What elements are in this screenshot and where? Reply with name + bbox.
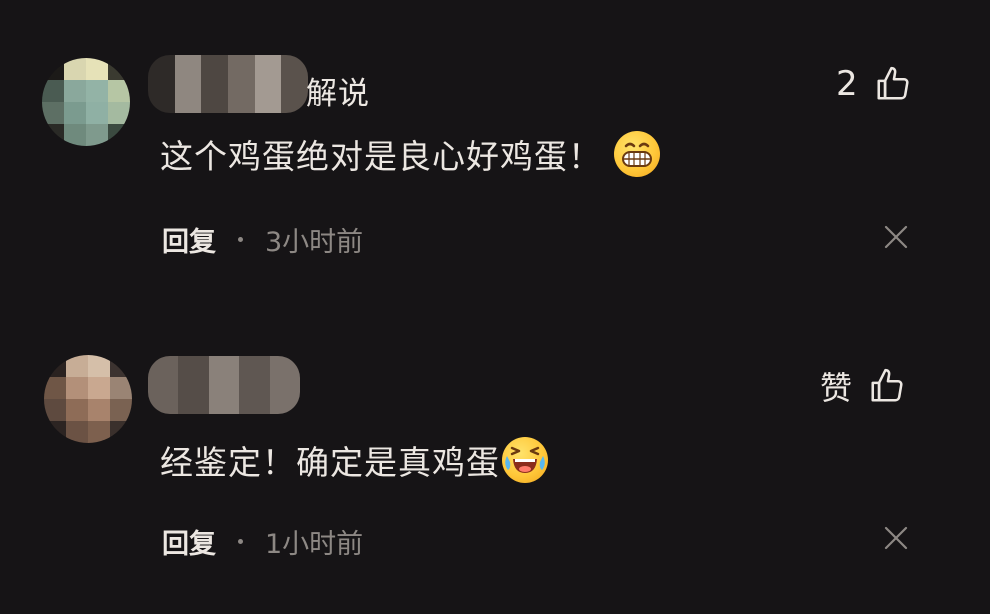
avatar[interactable] [42, 58, 130, 146]
comment-meta: 回复 3小时前 [162, 220, 363, 259]
comment-body: 经鉴定！确定是真鸡蛋 [160, 443, 500, 482]
comment-meta: 回复 1小时前 [162, 522, 363, 561]
avatar[interactable] [44, 355, 132, 443]
thumbs-up-icon[interactable] [868, 367, 906, 405]
comment-item: 解说 2 这个鸡蛋绝对是良心好鸡蛋！ 回复 3小时前 [0, 0, 990, 300]
grinning-face-emoji [614, 131, 660, 177]
username-obscured[interactable] [148, 356, 300, 414]
like-label: 赞 [820, 369, 853, 407]
reply-button[interactable]: 回复 [162, 220, 216, 259]
close-icon[interactable] [880, 522, 912, 554]
timestamp: 1小时前 [265, 529, 364, 560]
laughing-crying-face-emoji [502, 437, 548, 483]
timestamp: 3小时前 [265, 227, 364, 258]
comment-text: 经鉴定！确定是真鸡蛋 [160, 436, 548, 484]
reply-button[interactable]: 回复 [162, 522, 216, 561]
comment-item: 赞 经鉴定！确定是真鸡蛋 回复 1小时前 [0, 300, 990, 614]
comment-text: 这个鸡蛋绝对是良心好鸡蛋！ [160, 130, 660, 178]
like-count: 2 [836, 64, 858, 104]
like-control[interactable]: 赞 [820, 363, 906, 409]
separator-dot [238, 539, 243, 544]
like-control[interactable]: 2 [836, 64, 912, 104]
username-label[interactable]: 解说 [306, 68, 370, 113]
thumbs-up-icon[interactable] [874, 65, 912, 103]
close-icon[interactable] [880, 221, 912, 253]
username-obscured[interactable] [148, 55, 308, 113]
separator-dot [238, 237, 243, 242]
comment-body: 这个鸡蛋绝对是良心好鸡蛋！ [160, 137, 602, 176]
